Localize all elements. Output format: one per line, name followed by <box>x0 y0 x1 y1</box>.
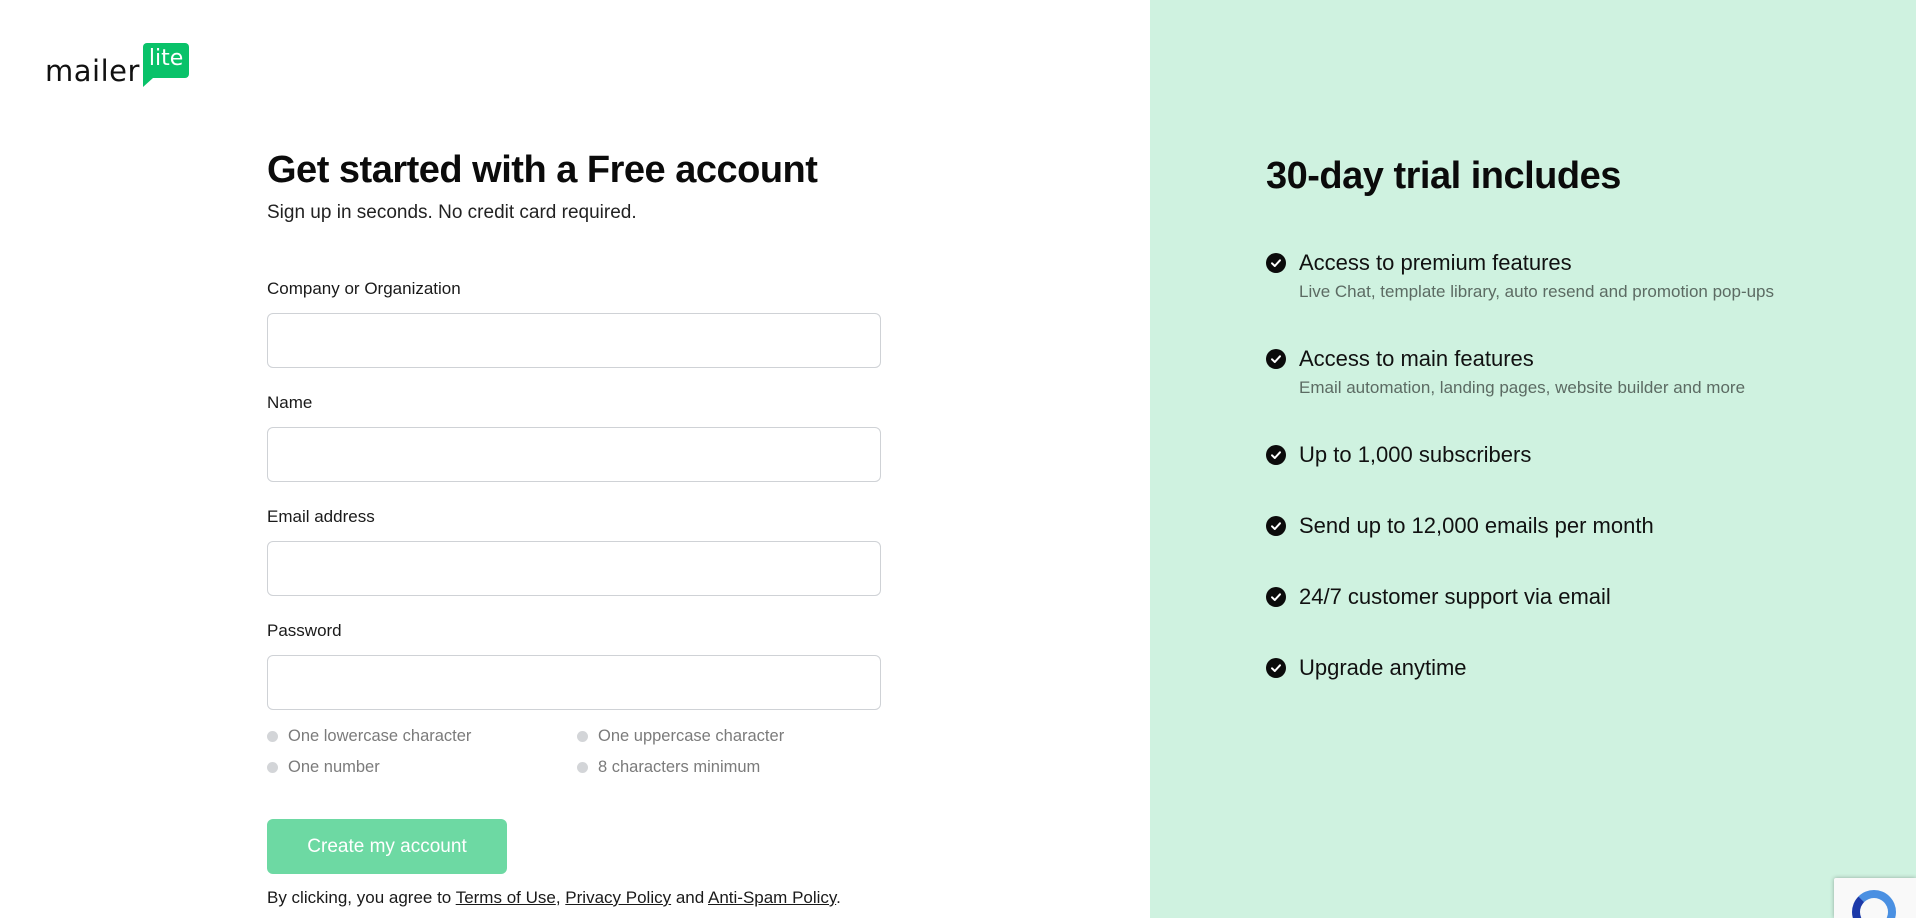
name-label: Name <box>267 393 313 412</box>
mailerlite-logo[interactable]: mailer lite <box>45 43 190 90</box>
rule-status-dot-icon <box>577 731 588 742</box>
password-rule: One number <box>267 758 577 777</box>
legal-and: and <box>671 888 708 907</box>
legal-comma: , <box>555 888 561 907</box>
company-input[interactable] <box>267 313 881 368</box>
rule-status-dot-icon <box>267 762 278 773</box>
terms-of-use-link[interactable]: Terms of Use <box>456 888 556 907</box>
trial-info-panel: 30-day trial includes Access to premium … <box>1150 0 1916 918</box>
feature-item: Access to main features Email automation… <box>1266 346 1745 398</box>
email-input[interactable] <box>267 541 881 596</box>
company-label: Company or Organization <box>267 279 461 298</box>
password-field-group: Password <box>267 621 881 710</box>
rule-status-dot-icon <box>267 731 278 742</box>
check-circle-icon <box>1266 516 1286 536</box>
feature-item: Upgrade anytime <box>1266 655 1467 681</box>
privacy-policy-link[interactable]: Privacy Policy <box>565 888 671 907</box>
feature-description: Live Chat, template library, auto resend… <box>1299 282 1775 302</box>
rule-text: One uppercase character <box>598 727 785 745</box>
check-circle-icon <box>1266 349 1286 369</box>
feature-item: Up to 1,000 subscribers <box>1266 442 1531 468</box>
page-subtitle: Sign up in seconds. No credit card requi… <box>267 201 637 223</box>
signup-page: mailer lite Get started with a Free acco… <box>0 0 1916 918</box>
check-circle-icon <box>1266 253 1286 273</box>
rule-text: One lowercase character <box>288 727 472 745</box>
legal-period: . <box>836 888 841 907</box>
recaptcha-badge[interactable] <box>1834 878 1916 918</box>
password-rule: One lowercase character <box>267 727 577 746</box>
password-input[interactable] <box>267 655 881 710</box>
email-field-group: Email address <box>267 507 881 596</box>
name-field-group: Name <box>267 393 881 482</box>
feature-title: Send up to 12,000 emails per month <box>1299 513 1654 538</box>
feature-title: Access to main features <box>1299 346 1534 371</box>
rule-text: 8 characters minimum <box>598 758 761 776</box>
company-field-group: Company or Organization <box>267 279 881 368</box>
password-requirements: One lowercase character One uppercase ch… <box>267 727 881 777</box>
feature-title: Access to premium features <box>1299 250 1572 275</box>
rule-text: One number <box>288 758 380 776</box>
check-circle-icon <box>1266 587 1286 607</box>
feature-title: Upgrade anytime <box>1299 655 1467 680</box>
check-circle-icon <box>1266 658 1286 678</box>
page-title: Get started with a Free account <box>267 149 818 191</box>
rule-status-dot-icon <box>577 762 588 773</box>
check-circle-icon <box>1266 445 1286 465</box>
recaptcha-icon <box>1852 890 1896 918</box>
password-rule: 8 characters minimum <box>577 758 881 777</box>
email-label: Email address <box>267 507 375 526</box>
feature-item: 24/7 customer support via email <box>1266 584 1611 610</box>
legal-notice: By clicking, you agree to Terms of Use, … <box>267 888 841 908</box>
feature-title: Up to 1,000 subscribers <box>1299 442 1532 467</box>
name-input[interactable] <box>267 427 881 482</box>
logo-badge: lite <box>142 43 190 87</box>
trial-title: 30-day trial includes <box>1266 155 1621 197</box>
legal-prefix: By clicking, you agree to <box>267 888 456 907</box>
feature-title: 24/7 customer support via email <box>1299 584 1611 609</box>
signup-panel: mailer lite Get started with a Free acco… <box>0 0 1150 918</box>
feature-description: Email automation, landing pages, website… <box>1299 378 1746 398</box>
create-account-button[interactable]: Create my account <box>267 819 507 874</box>
anti-spam-policy-link[interactable]: Anti-Spam Policy <box>708 888 836 907</box>
password-rule: One uppercase character <box>577 727 881 746</box>
feature-item: Access to premium features Live Chat, te… <box>1266 250 1774 302</box>
password-label: Password <box>267 621 342 640</box>
logo-wordmark: mailer <box>45 54 140 88</box>
feature-item: Send up to 12,000 emails per month <box>1266 513 1654 539</box>
signup-form: Get started with a Free account Sign up … <box>267 149 881 907</box>
